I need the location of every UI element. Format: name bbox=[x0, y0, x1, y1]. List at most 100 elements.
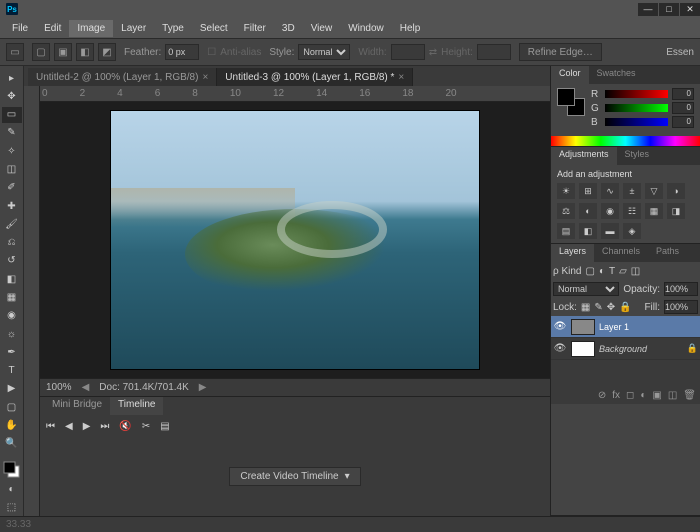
crop-tool[interactable]: ◫ bbox=[2, 161, 22, 177]
opacity-input[interactable] bbox=[664, 282, 698, 296]
hue-saturation-icon[interactable]: ◑ bbox=[667, 183, 685, 199]
menu-image[interactable]: Image bbox=[69, 20, 113, 37]
lock-all-icon[interactable]: 🔒 bbox=[619, 302, 631, 313]
panel-tab-swatches[interactable]: Swatches bbox=[589, 66, 644, 84]
collapse-icon[interactable]: ▸ bbox=[2, 70, 22, 86]
channel-value-g[interactable]: 0 bbox=[672, 102, 694, 114]
zoom-level[interactable]: 100% bbox=[46, 382, 72, 393]
gradient-map-icon[interactable]: ▬ bbox=[601, 223, 619, 239]
dodge-tool[interactable]: ☼ bbox=[2, 326, 22, 342]
panel-tab-adjustments[interactable]: Adjustments bbox=[551, 147, 617, 165]
maximize-button[interactable]: □ bbox=[659, 3, 679, 16]
zoom-tool[interactable]: 🔍 bbox=[2, 436, 22, 452]
minimize-button[interactable]: — bbox=[638, 3, 658, 16]
layer-thumbnail[interactable] bbox=[571, 319, 595, 335]
black-white-icon[interactable]: ◐ bbox=[579, 203, 597, 219]
layer-style-icon[interactable]: fx bbox=[612, 390, 620, 401]
audio-mute-icon[interactable]: 🔇 bbox=[119, 421, 131, 432]
menu-filter[interactable]: Filter bbox=[236, 20, 274, 37]
play-icon[interactable]: ▶ bbox=[83, 421, 91, 432]
exposure-icon[interactable]: ± bbox=[623, 183, 641, 199]
eraser-tool[interactable]: ◧ bbox=[2, 271, 22, 287]
panel-tab-paths[interactable]: Paths bbox=[648, 244, 687, 262]
panel-tab-channels[interactable]: Channels bbox=[594, 244, 648, 262]
gradient-tool[interactable]: ▦ bbox=[2, 289, 22, 305]
menu-type[interactable]: Type bbox=[154, 20, 192, 37]
tool-preset-icon[interactable]: ▭ bbox=[6, 43, 24, 61]
quick-mask-toggle[interactable]: ◐ bbox=[2, 481, 22, 497]
layer-name[interactable]: Layer 1 bbox=[599, 322, 629, 332]
menu-help[interactable]: Help bbox=[392, 20, 429, 37]
layer-mask-icon[interactable]: ◻ bbox=[626, 390, 634, 401]
marquee-tool[interactable]: ▭ bbox=[2, 107, 22, 123]
menu-edit[interactable]: Edit bbox=[36, 20, 69, 37]
style-select[interactable]: Normal bbox=[298, 44, 350, 60]
delete-layer-icon[interactable]: 🗑 bbox=[683, 390, 696, 401]
lock-position-icon[interactable]: ✥ bbox=[607, 302, 615, 313]
menu-file[interactable]: File bbox=[4, 20, 36, 37]
close-button[interactable]: ✕ bbox=[680, 3, 700, 16]
menu-window[interactable]: Window bbox=[340, 20, 392, 37]
pen-tool[interactable]: ✒ bbox=[2, 344, 22, 360]
blend-mode-select[interactable]: Normal bbox=[553, 282, 619, 296]
clone-stamp-tool[interactable]: ⎌ bbox=[2, 235, 22, 251]
menu-layer[interactable]: Layer bbox=[113, 20, 154, 37]
filter-adjustment-icon[interactable]: ◐ bbox=[599, 266, 605, 277]
prev-frame-icon[interactable]: ◀ bbox=[65, 421, 73, 432]
menu-view[interactable]: View bbox=[303, 20, 341, 37]
new-selection-icon[interactable]: ▢ bbox=[32, 43, 50, 61]
subtract-selection-icon[interactable]: ◧ bbox=[76, 43, 94, 61]
channel-value-b[interactable]: 0 bbox=[672, 116, 694, 128]
close-tab-icon[interactable]: × bbox=[398, 72, 404, 83]
menu-select[interactable]: Select bbox=[192, 20, 236, 37]
selective-color-icon[interactable]: ◈ bbox=[623, 223, 641, 239]
filter-pixel-icon[interactable]: ▢ bbox=[585, 266, 594, 277]
layer-visibility-icon[interactable]: 👁 bbox=[553, 343, 567, 354]
foreground-background-swatch[interactable] bbox=[2, 461, 22, 479]
levels-icon[interactable]: ⊞ bbox=[579, 183, 597, 199]
color-swatches[interactable] bbox=[557, 88, 585, 116]
link-layers-icon[interactable]: ⊘ bbox=[598, 390, 606, 401]
panel-tab-layers[interactable]: Layers bbox=[551, 244, 594, 262]
eyedropper-tool[interactable]: ✐ bbox=[2, 180, 22, 196]
create-video-timeline-button[interactable]: Create Video Timeline ▾ bbox=[229, 467, 360, 486]
layer-row-0[interactable]: 👁 Layer 1 bbox=[551, 316, 700, 338]
intersect-selection-icon[interactable]: ◩ bbox=[98, 43, 116, 61]
color-lookup-icon[interactable]: ▦ bbox=[645, 203, 663, 219]
new-layer-icon[interactable]: ◫ bbox=[668, 390, 677, 401]
photo-filter-icon[interactable]: ◉ bbox=[601, 203, 619, 219]
brightness-contrast-icon[interactable]: ☀ bbox=[557, 183, 575, 199]
workspace-switcher[interactable]: Essen bbox=[660, 47, 700, 58]
goto-first-frame-icon[interactable]: ⏮ bbox=[46, 421, 55, 432]
bottom-tab-timeline[interactable]: Timeline bbox=[110, 397, 163, 415]
document-tab-1[interactable]: Untitled-3 @ 100% (Layer 1, RGB/8) *× bbox=[217, 68, 413, 86]
fill-input[interactable] bbox=[664, 300, 698, 314]
path-selection-tool[interactable]: ▶ bbox=[2, 381, 22, 397]
channel-slider-g[interactable] bbox=[605, 104, 668, 112]
panel-tab-color[interactable]: Color bbox=[551, 66, 589, 84]
menu-3d[interactable]: 3D bbox=[274, 20, 303, 37]
invert-icon[interactable]: ◨ bbox=[667, 203, 685, 219]
filter-shape-icon[interactable]: ▱ bbox=[619, 266, 627, 277]
transition-icon[interactable]: ▤ bbox=[160, 421, 169, 432]
brush-tool[interactable]: 🖌 bbox=[2, 216, 22, 232]
lasso-tool[interactable]: ✎ bbox=[2, 125, 22, 141]
type-tool[interactable]: T bbox=[2, 363, 22, 379]
filter-type-icon[interactable]: T bbox=[609, 266, 615, 277]
status-arrow-right-icon[interactable]: ▶ bbox=[199, 382, 207, 393]
hand-tool[interactable]: ✋ bbox=[2, 417, 22, 433]
next-frame-icon[interactable]: ⏭ bbox=[100, 421, 109, 432]
layer-visibility-icon[interactable]: 👁 bbox=[553, 321, 567, 332]
new-group-icon[interactable]: ▣ bbox=[652, 390, 661, 401]
healing-brush-tool[interactable]: ✚ bbox=[2, 198, 22, 214]
curves-icon[interactable]: ∿ bbox=[601, 183, 619, 199]
lock-transparent-icon[interactable]: ▦ bbox=[581, 302, 590, 313]
threshold-icon[interactable]: ◧ bbox=[579, 223, 597, 239]
split-icon[interactable]: ✂ bbox=[142, 421, 150, 432]
document-tab-0[interactable]: Untitled-2 @ 100% (Layer 1, RGB/8)× bbox=[28, 68, 217, 86]
color-spectrum[interactable] bbox=[551, 136, 700, 146]
refine-edge-button[interactable]: Refine Edge… bbox=[519, 43, 602, 61]
new-fill-layer-icon[interactable]: ◐ bbox=[640, 390, 646, 401]
filter-smart-icon[interactable]: ◫ bbox=[631, 266, 640, 277]
posterize-icon[interactable]: ▤ bbox=[557, 223, 575, 239]
